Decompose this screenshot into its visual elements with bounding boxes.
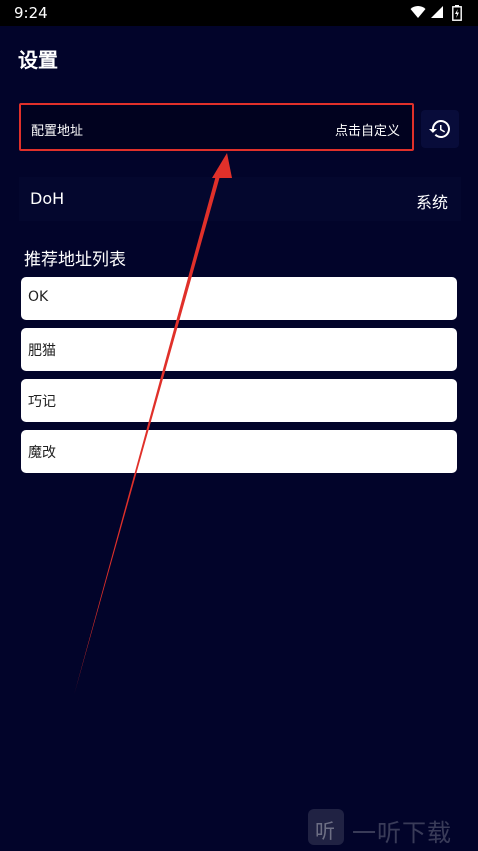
- watermark-logo: 听: [308, 809, 344, 845]
- watermark-text: 一听下载: [352, 819, 452, 847]
- annotation-arrow: [74, 153, 232, 695]
- watermark-logo-glyph: 听: [315, 819, 335, 843]
- watermark: 听 一听下载: [308, 807, 468, 847]
